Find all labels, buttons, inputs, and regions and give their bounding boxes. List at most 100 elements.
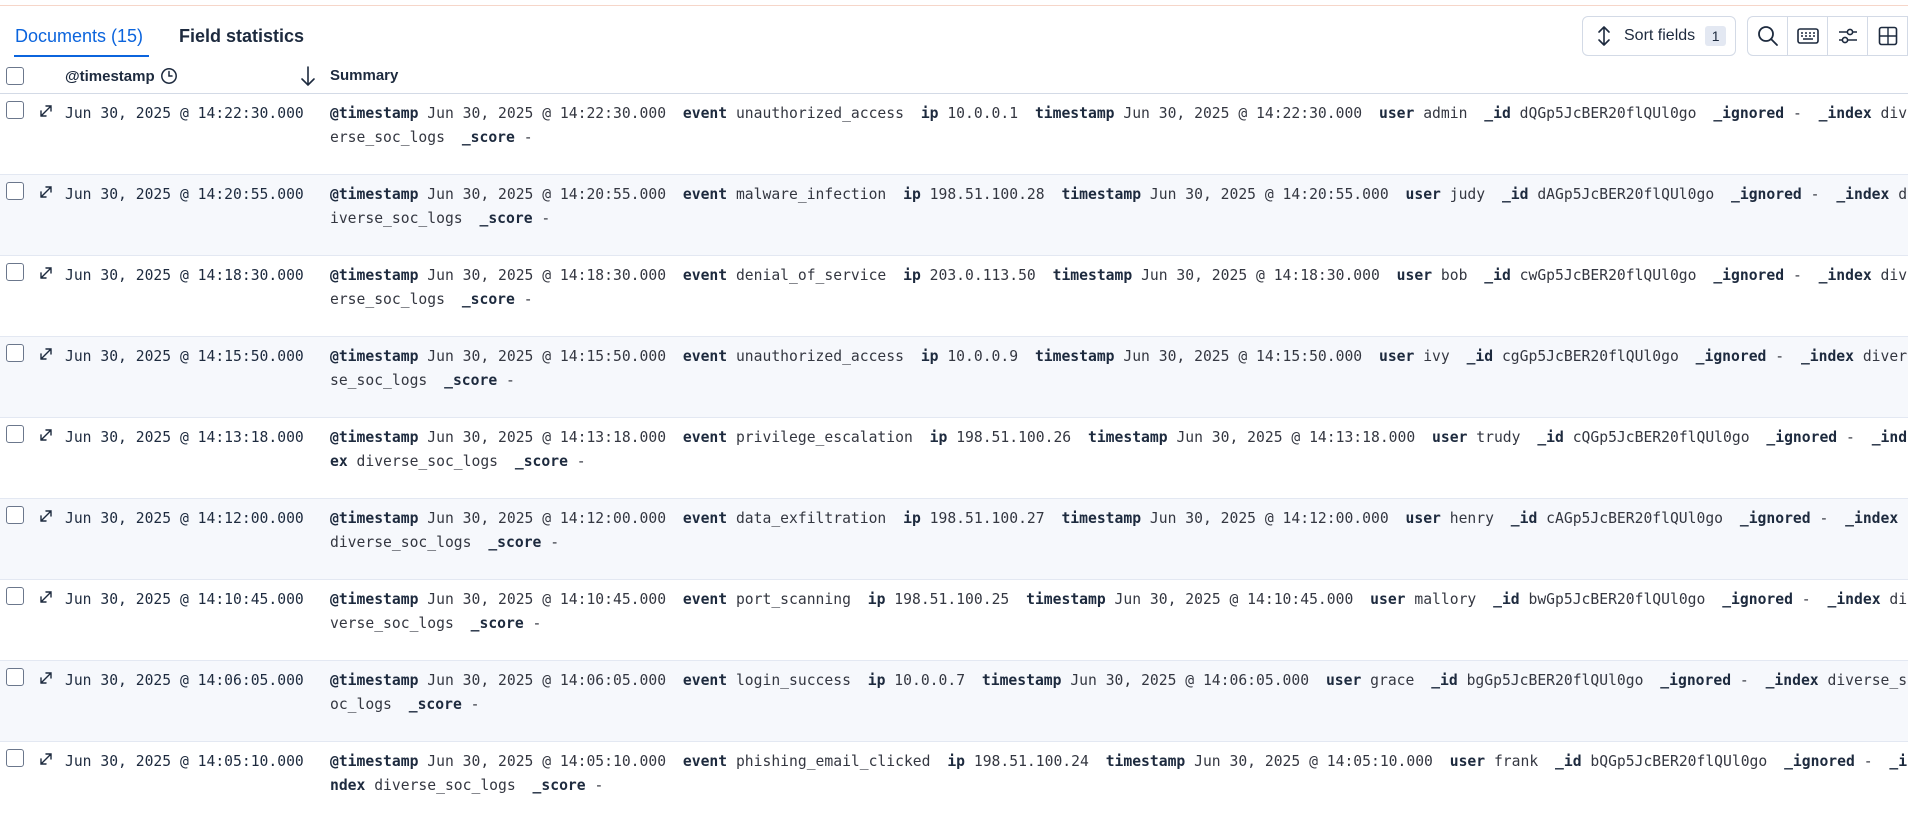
row-select-checkbox[interactable] xyxy=(6,344,24,362)
field-name: timestamp xyxy=(1034,348,1115,365)
field-value: cQGp5JcBER20flQUl0go xyxy=(1572,429,1750,446)
expand-document-icon[interactable] xyxy=(38,670,54,686)
row-select-checkbox[interactable] xyxy=(6,749,24,767)
field-value: admin xyxy=(1423,105,1468,122)
field-value: - xyxy=(1819,510,1829,527)
field-name: _score xyxy=(408,696,462,713)
display-options-button[interactable] xyxy=(1828,17,1868,55)
row-select-checkbox[interactable] xyxy=(6,263,24,281)
field-name: @timestamp xyxy=(330,429,419,446)
table-row[interactable]: Jun 30, 2025 @ 14:18:30.000 @timestamp Ju… xyxy=(0,256,1908,337)
field-name: ip xyxy=(920,105,939,122)
expand-document-icon[interactable] xyxy=(38,508,54,524)
field-name: @timestamp xyxy=(330,591,419,608)
field-value: - xyxy=(1846,429,1855,446)
table-row[interactable]: Jun 30, 2025 @ 14:12:00.000 @timestamp Ju… xyxy=(0,499,1908,580)
field-name: user xyxy=(1325,672,1362,689)
field-name: _ignored xyxy=(1784,753,1855,770)
field-value: - xyxy=(1775,348,1785,365)
top-border xyxy=(0,0,1908,6)
field-value: 198.51.100.24 xyxy=(973,753,1089,770)
field-name: user xyxy=(1405,186,1441,203)
document-rows: Jun 30, 2025 @ 14:22:30.000 @timestamp Ju… xyxy=(0,94,1908,815)
field-name: event xyxy=(682,429,728,446)
row-timestamp: Jun 30, 2025 @ 14:12:00.000 xyxy=(65,510,304,527)
field-name: @timestamp xyxy=(330,267,419,284)
field-name: ip xyxy=(929,429,948,446)
row-timestamp: Jun 30, 2025 @ 14:20:55.000 xyxy=(65,186,304,203)
tab-documents[interactable]: Documents (15) xyxy=(14,25,150,57)
field-name: event xyxy=(682,753,728,770)
field-value: bgGp5JcBER20flQUl0go xyxy=(1466,672,1644,689)
table-row[interactable]: Jun 30, 2025 @ 14:06:05.000 @timestamp Ju… xyxy=(0,661,1908,742)
field-name: user xyxy=(1378,105,1415,122)
grid-header: @timestamp Summary xyxy=(0,59,1908,94)
tab-field-statistics-label: Field statistics xyxy=(179,26,305,46)
field-value: - xyxy=(576,453,586,470)
field-name: _id xyxy=(1501,186,1529,203)
field-name: event xyxy=(682,348,728,365)
table-row[interactable]: Jun 30, 2025 @ 14:20:55.000 @timestamp Ju… xyxy=(0,175,1908,256)
field-value: - xyxy=(594,777,604,794)
grid-controls xyxy=(1747,16,1908,56)
expand-document-icon[interactable] xyxy=(38,346,54,362)
field-value: - xyxy=(523,129,533,146)
display-options-icon xyxy=(1838,28,1857,44)
field-name: timestamp xyxy=(981,672,1062,689)
summary-column-header[interactable]: Summary xyxy=(330,67,398,84)
row-select-checkbox[interactable] xyxy=(6,506,24,524)
field-value: unauthorized_access xyxy=(735,348,904,365)
field-value: - xyxy=(506,372,515,389)
field-name: event xyxy=(682,267,728,284)
table-row[interactable]: Jun 30, 2025 @ 14:13:18.000 @timestamp Ju… xyxy=(0,418,1908,499)
row-select-checkbox[interactable] xyxy=(6,101,24,119)
row-select-checkbox[interactable] xyxy=(6,182,24,200)
field-value: grace xyxy=(1370,672,1415,689)
table-row[interactable]: Jun 30, 2025 @ 14:22:30.000 @timestamp Ju… xyxy=(0,94,1908,175)
table-row[interactable]: Jun 30, 2025 @ 14:10:45.000 @timestamp Ju… xyxy=(0,580,1908,661)
field-name: _id xyxy=(1510,510,1538,527)
expand-document-icon[interactable] xyxy=(38,751,54,767)
field-value: - xyxy=(532,615,542,632)
documents-toolbar: Documents (15) Field statistics Sort fie… xyxy=(0,7,1908,59)
field-value: diverse_soc_logs xyxy=(374,777,516,794)
field-name: _index xyxy=(1818,267,1872,284)
field-value: Jun 30, 2025 @ 14:20:55.000 xyxy=(427,186,667,203)
field-value: Jun 30, 2025 @ 14:15:50.000 xyxy=(1123,348,1363,365)
field-value: Jun 30, 2025 @ 14:13:18.000 xyxy=(427,429,667,446)
table-row[interactable]: Jun 30, 2025 @ 14:05:10.000 @timestamp Ju… xyxy=(0,742,1908,815)
field-value: Jun 30, 2025 @ 14:06:05.000 xyxy=(427,672,667,689)
field-value: 10.0.0.1 xyxy=(947,105,1019,122)
sort-descending-icon[interactable] xyxy=(300,65,316,87)
expand-document-icon[interactable] xyxy=(38,427,54,443)
select-all-checkbox[interactable] xyxy=(6,67,24,85)
tab-field-statistics[interactable]: Field statistics xyxy=(179,25,304,47)
expand-document-icon[interactable] xyxy=(38,184,54,200)
field-name: _score xyxy=(461,291,515,308)
fullscreen-button[interactable] xyxy=(1868,17,1908,55)
timestamp-column-header[interactable]: @timestamp xyxy=(65,67,178,85)
field-value: Jun 30, 2025 @ 14:06:05.000 xyxy=(1070,672,1310,689)
table-row[interactable]: Jun 30, 2025 @ 14:15:50.000 @timestamp Ju… xyxy=(0,337,1908,418)
field-name: timestamp xyxy=(1026,591,1106,608)
sort-fields-button[interactable]: Sort fields 1 xyxy=(1582,16,1736,56)
row-select-checkbox[interactable] xyxy=(6,425,24,443)
field-name: ip xyxy=(947,753,966,770)
row-select-checkbox[interactable] xyxy=(6,668,24,686)
keyboard-shortcuts-button[interactable] xyxy=(1788,17,1828,55)
row-select-checkbox[interactable] xyxy=(6,587,24,605)
field-value: malware_infection xyxy=(735,186,887,203)
field-name: _ignored xyxy=(1713,105,1785,122)
field-name: _score xyxy=(461,129,515,146)
field-value: - xyxy=(523,291,533,308)
field-name: ip xyxy=(867,672,886,689)
expand-document-icon[interactable] xyxy=(38,589,54,605)
field-name: _id xyxy=(1537,429,1564,446)
search-icon xyxy=(1757,26,1778,46)
field-value: - xyxy=(1739,672,1749,689)
expand-document-icon[interactable] xyxy=(38,265,54,281)
keyboard-icon xyxy=(1796,28,1819,44)
expand-document-icon[interactable] xyxy=(38,103,54,119)
search-button[interactable] xyxy=(1748,17,1788,55)
field-value: Jun 30, 2025 @ 14:05:10.000 xyxy=(427,753,667,770)
